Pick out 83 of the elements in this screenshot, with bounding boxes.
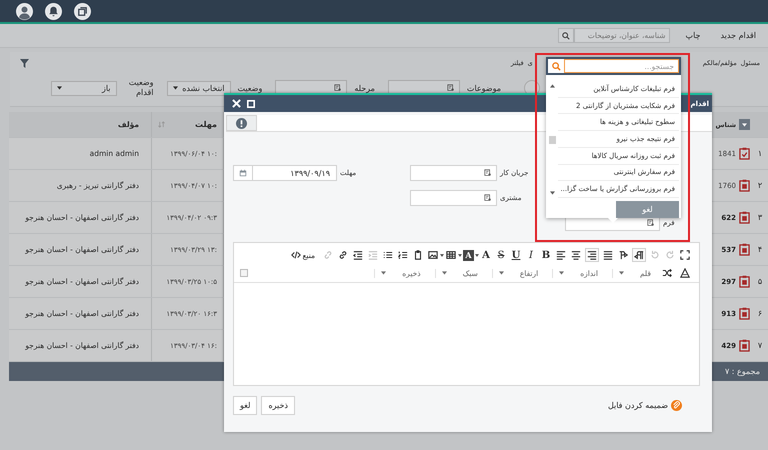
avatar-icon[interactable] [16, 2, 33, 20]
search-icon [562, 32, 570, 40]
link-icon[interactable] [337, 248, 349, 262]
info-tab[interactable] [226, 115, 257, 131]
clear-format-icon[interactable] [679, 266, 691, 280]
underline-button[interactable]: U [510, 248, 522, 262]
caret-icon [172, 86, 178, 90]
notification-bell-icon[interactable] [45, 2, 62, 20]
paste-icon[interactable] [412, 248, 424, 262]
outdent-icon[interactable] [352, 248, 364, 262]
lookup-icon [334, 84, 342, 92]
row-number: ۴ [758, 245, 762, 254]
total-count: مجموع : ۷ [724, 367, 760, 376]
search-button[interactable] [558, 28, 574, 43]
filter-icon[interactable] [20, 58, 29, 68]
row-number: ۲ [758, 181, 762, 190]
bold-button[interactable]: B [540, 248, 552, 262]
lookup-icon [647, 219, 655, 227]
text-color-button[interactable]: A [480, 248, 492, 262]
italic-button[interactable]: I [525, 248, 537, 262]
table-icon[interactable] [445, 248, 457, 262]
stage-label: مرحله [354, 84, 375, 92]
form-icon[interactable] [738, 179, 750, 192]
caret-icon[interactable] [440, 254, 444, 256]
image-icon[interactable] [427, 248, 439, 262]
row-number: ۱ [758, 149, 762, 158]
row-number: ۳ [758, 213, 762, 222]
fullscreen-icon[interactable] [679, 248, 691, 262]
scroll-up-icon[interactable] [550, 84, 555, 88]
caret-icon [442, 271, 447, 275]
caret-icon[interactable] [458, 254, 462, 256]
caret-icon [381, 271, 386, 275]
stage-status-label: وضعیت [238, 84, 262, 92]
lookup-icon [484, 169, 492, 177]
lookup-icon [446, 84, 455, 92]
new-action-button[interactable]: اقدام جدید [716, 31, 760, 40]
caret-icon [56, 86, 62, 90]
column-header[interactable]: مهلت [195, 120, 217, 129]
row-number: ۵ [758, 277, 762, 286]
code-icon [291, 250, 302, 260]
row-number: ۷ [758, 341, 762, 350]
action-status-select[interactable]: باز [50, 80, 117, 96]
customer-field[interactable] [410, 190, 497, 206]
subjects-label: موضوعات [466, 84, 501, 92]
workflow-field[interactable] [410, 165, 497, 181]
deadline-field[interactable]: ۱۳۹۹/۰۹/۱۹ [233, 165, 337, 181]
cancel-button[interactable]: لغو [233, 396, 258, 415]
highlight-color-button[interactable]: A [463, 250, 474, 260]
caret-icon[interactable] [475, 254, 479, 256]
paragraph-rtl-icon[interactable] [632, 248, 646, 262]
windows-icon[interactable] [74, 2, 91, 20]
checklist-icon[interactable] [738, 147, 750, 160]
align-left-icon[interactable] [555, 248, 567, 262]
attach-file-link[interactable]: ضمیمه کردن فایل [608, 400, 682, 411]
stage-status-select[interactable]: انتخاب نشده [166, 80, 231, 96]
action-status-label: وضعیت اقدام [132, 78, 154, 98]
caret-icon [618, 271, 624, 275]
scroll-down-icon[interactable] [550, 191, 555, 195]
form-icon[interactable] [738, 307, 750, 320]
align-right-icon[interactable] [585, 248, 599, 262]
search-icon[interactable] [548, 59, 564, 73]
save-button[interactable]: ذخیره [261, 396, 295, 415]
form-icon[interactable] [738, 211, 750, 224]
print-button[interactable]: چاپ [682, 31, 704, 40]
align-center-icon[interactable] [570, 248, 582, 262]
align-justify-icon[interactable] [602, 248, 614, 262]
maximize-icon[interactable] [247, 100, 255, 108]
form-icon[interactable] [738, 275, 750, 288]
column-menu-button[interactable] [738, 119, 750, 130]
form-icon[interactable] [738, 339, 750, 352]
caret-icon [559, 271, 564, 275]
strikethrough-button[interactable]: S [495, 248, 507, 262]
info-icon [236, 118, 247, 128]
lookup-icon [484, 194, 492, 202]
row-number: ۶ [758, 309, 762, 318]
shuffle-icon[interactable] [661, 266, 673, 280]
paperclip-icon [671, 400, 682, 411]
paragraph-ltr-icon[interactable] [617, 248, 629, 262]
close-icon[interactable] [232, 99, 241, 108]
caret-icon [498, 271, 504, 275]
caret-icon [742, 122, 746, 126]
scroll-thumb[interactable] [549, 136, 556, 144]
form-icon[interactable] [738, 243, 750, 256]
